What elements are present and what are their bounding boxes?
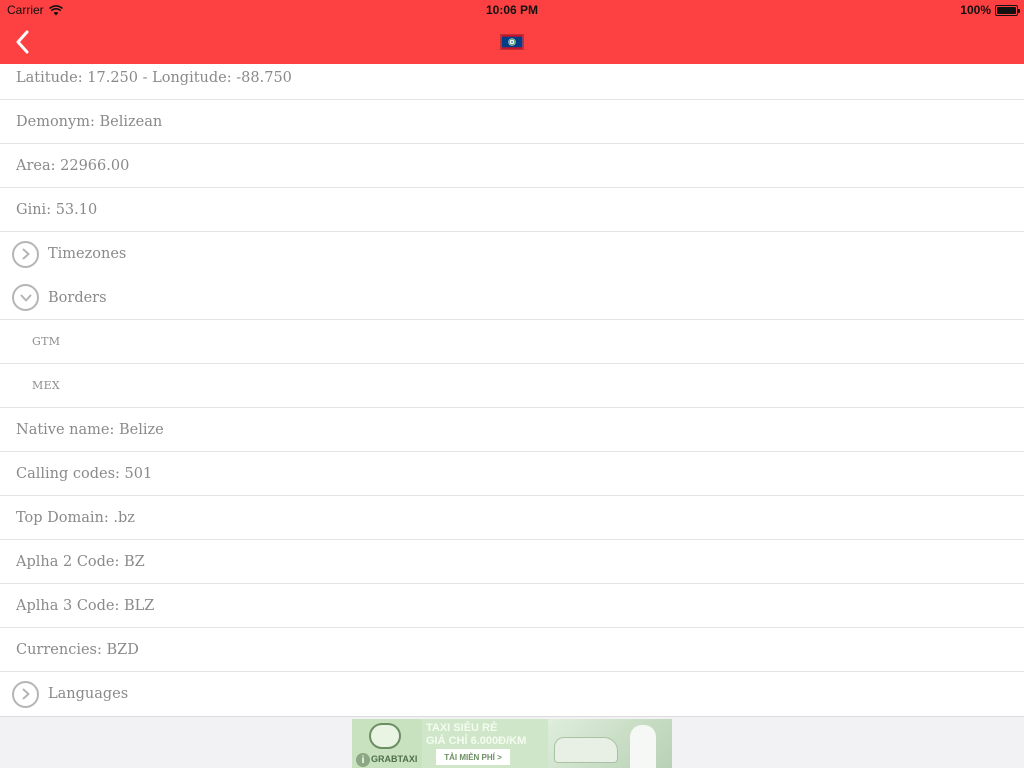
languages-label: Languages [48, 686, 129, 702]
ad-brand: GRABTAXI [371, 754, 418, 764]
border-code-label: GTM [32, 335, 61, 348]
list-item-coordinates: Latitude: 17.250 - Longitude: -88.750 [0, 64, 1024, 100]
list-item-currencies: Currencies: BZD [0, 628, 1024, 672]
status-time: 10:06 PM [485, 3, 539, 17]
person-image [630, 725, 656, 768]
timezones-label: Timezones [48, 246, 127, 262]
battery-percent: 100% [960, 3, 991, 17]
coordinates-label: Latitude: 17.250 - Longitude: -88.750 [16, 70, 292, 86]
belize-flag-icon [500, 34, 524, 50]
ad-headline: TAXI SIÊU RẺ [426, 722, 498, 734]
border-code-label: MEX [32, 379, 61, 392]
currencies-label: Currencies: BZD [16, 641, 139, 658]
list-item-alpha3: Aplha 3 Code: BLZ [0, 584, 1024, 628]
list-item-top-domain: Top Domain: .bz [0, 496, 1024, 540]
list-item-native-name: Native name: Belize [0, 408, 1024, 452]
chevron-right-circle-icon[interactable] [12, 240, 39, 268]
battery-icon [995, 4, 1020, 16]
section-languages[interactable]: Languages [0, 672, 1024, 716]
car-image [554, 737, 618, 763]
list-item-calling-codes: Calling codes: 501 [0, 452, 1024, 496]
alpha3-label: Aplha 3 Code: BLZ [16, 597, 155, 614]
border-item[interactable]: MEX [0, 364, 1024, 408]
chevron-right-circle-icon[interactable] [12, 680, 39, 708]
chat-bubble-icon [369, 723, 401, 749]
status-bar: Carrier 10:06 PM 100% [0, 0, 1024, 20]
section-borders[interactable]: Borders [0, 276, 1024, 320]
gini-label: Gini: 53.10 [16, 201, 98, 218]
native-name-label: Native name: Belize [16, 421, 164, 438]
nav-bar [0, 20, 1024, 64]
country-details-list: Latitude: 17.250 - Longitude: -88.750 De… [0, 64, 1024, 716]
ad-banner[interactable]: i GRABTAXI TAXI SIÊU RẺ GIÁ CHỈ 6.000Đ/K… [352, 719, 672, 768]
chevron-left-icon [16, 30, 29, 54]
demonym-label: Demonym: Belizean [16, 113, 163, 130]
chevron-down-circle-icon[interactable] [12, 284, 39, 311]
border-item[interactable]: GTM [0, 320, 1024, 364]
back-button[interactable] [6, 26, 38, 58]
ad-area: i GRABTAXI TAXI SIÊU RẺ GIÁ CHỈ 6.000Đ/K… [0, 716, 1024, 768]
list-item-alpha2: Aplha 2 Code: BZ [0, 540, 1024, 584]
battery-fill [997, 6, 1016, 14]
app-screen: Carrier 10:06 PM 100% Latitude: 17.250 -… [0, 0, 1024, 768]
header: Carrier 10:06 PM 100% [0, 0, 1024, 64]
ad-photo [548, 719, 672, 768]
section-timezones[interactable]: Timezones [0, 232, 1024, 276]
calling-codes-label: Calling codes: 501 [16, 465, 153, 482]
info-icon[interactable]: i [356, 753, 370, 767]
ad-logo-panel: i GRABTAXI [352, 719, 422, 768]
borders-label: Borders [48, 289, 107, 306]
list-item-gini: Gini: 53.10 [0, 188, 1024, 232]
area-label: Area: 22966.00 [16, 157, 130, 174]
list-item-demonym: Demonym: Belizean [0, 100, 1024, 144]
list-item-area: Area: 22966.00 [0, 144, 1024, 188]
ad-price: GIÁ CHỈ 6.000Đ/KM [426, 735, 527, 747]
top-domain-label: Top Domain: .bz [16, 509, 135, 526]
ad-download-button[interactable]: TẢI MIỄN PHÍ > [436, 749, 510, 765]
alpha2-label: Aplha 2 Code: BZ [16, 553, 145, 570]
status-battery-group: 100% [960, 3, 1020, 17]
